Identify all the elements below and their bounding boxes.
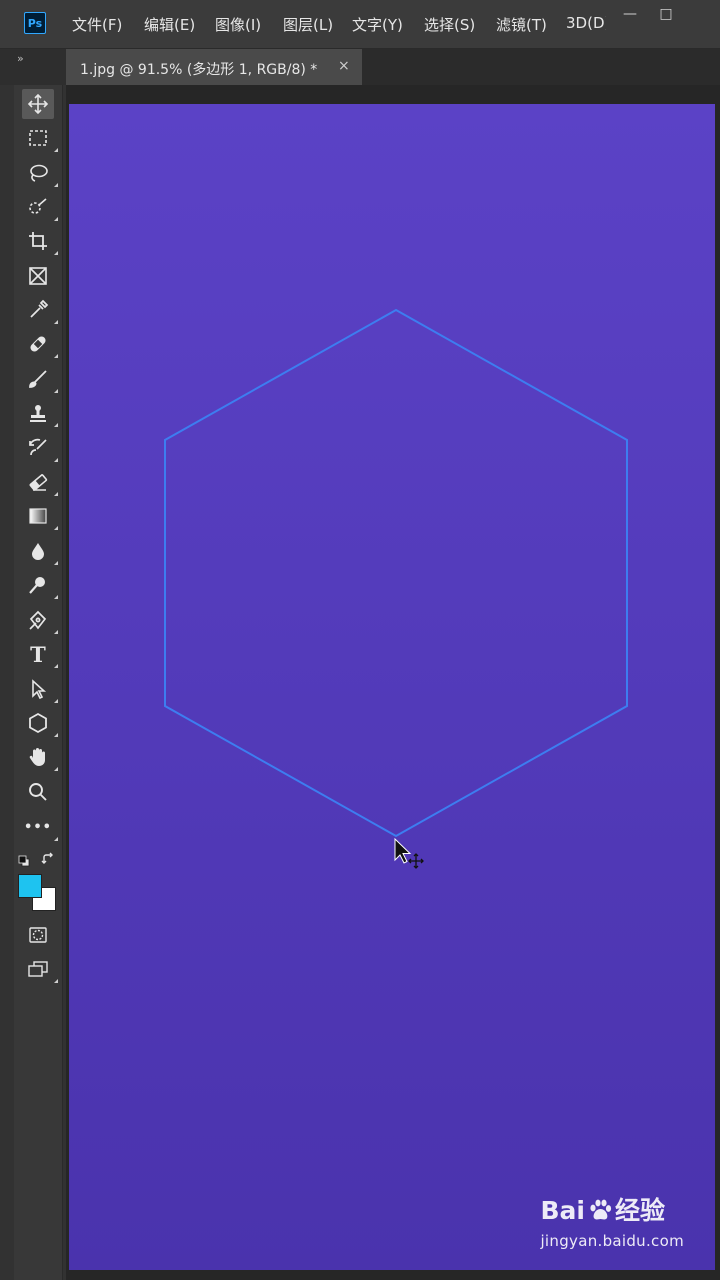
history-brush-tool[interactable] xyxy=(22,433,58,463)
menu-bar: Ps 文件(F) 编辑(E) 图像(I) 图层(L) 文字(Y) 选择(S) 滤… xyxy=(0,0,720,49)
quick-mask-button[interactable] xyxy=(22,920,54,950)
pen-icon xyxy=(29,610,47,630)
hexagon-icon xyxy=(29,712,47,734)
ellipsis-icon: ••• xyxy=(24,819,52,835)
menu-type[interactable]: 文字(Y) xyxy=(352,14,403,35)
brush-tool[interactable] xyxy=(22,364,58,394)
eyedropper-tool[interactable] xyxy=(22,295,58,325)
move-tool[interactable] xyxy=(22,89,54,119)
paw-icon xyxy=(590,1199,612,1220)
menu-file[interactable]: 文件(F) xyxy=(72,14,122,35)
menu-select[interactable]: 选择(S) xyxy=(424,14,475,35)
menu-image[interactable]: 图像(I) xyxy=(215,14,261,35)
eraser-icon xyxy=(29,474,48,491)
photoshop-window: Ps 文件(F) 编辑(E) 图像(I) 图层(L) 文字(Y) 选择(S) 滤… xyxy=(0,0,720,1280)
canvas-area xyxy=(66,85,720,1280)
frame-tool[interactable] xyxy=(22,261,54,291)
hand-tool[interactable] xyxy=(22,742,58,772)
blur-drop-icon xyxy=(32,543,44,560)
dodge-icon xyxy=(29,577,45,594)
type-icon: T xyxy=(30,641,46,667)
blur-tool[interactable] xyxy=(22,536,58,566)
close-icon[interactable]: × xyxy=(338,58,350,74)
gradient-icon xyxy=(29,508,47,524)
quick-selection-icon xyxy=(29,198,47,214)
eyedropper-icon xyxy=(30,299,49,318)
document-tab-bar: 1.jpg @ 91.5% (多边形 1, RGB/8) * × xyxy=(66,49,720,86)
restore-button[interactable]: □ xyxy=(650,6,682,22)
hand-icon xyxy=(29,748,45,766)
minimize-button[interactable]: — xyxy=(614,6,646,22)
polygon-tool[interactable] xyxy=(22,708,58,738)
clone-stamp-tool[interactable] xyxy=(22,398,58,428)
path-selection-tool[interactable] xyxy=(22,674,58,704)
stamp-icon xyxy=(30,405,46,422)
type-tool[interactable]: T xyxy=(22,639,58,669)
spot-healing-tool[interactable] xyxy=(22,329,58,359)
menu-edit[interactable]: 编辑(E) xyxy=(144,14,195,35)
gradient-tool[interactable] xyxy=(22,501,58,531)
photoshop-logo[interactable]: Ps xyxy=(24,12,46,34)
collapse-panel-icon[interactable]: » xyxy=(17,52,24,65)
history-brush-icon xyxy=(29,438,47,456)
polygon-path-outline[interactable] xyxy=(69,104,715,1270)
arrow-icon xyxy=(32,679,47,700)
screen-mode-icon xyxy=(28,961,48,977)
document-canvas[interactable] xyxy=(69,104,715,1270)
lasso-tool[interactable] xyxy=(22,158,58,188)
eraser-tool[interactable] xyxy=(22,467,58,497)
screen-mode-button[interactable] xyxy=(22,954,58,984)
toolbar-header: » xyxy=(0,49,66,85)
menu-layer[interactable]: 图层(L) xyxy=(283,14,333,35)
watermark-brand-left: Bai xyxy=(540,1196,585,1225)
tools-panel: T ••• xyxy=(14,85,63,1280)
menu-3d[interactable]: 3D(D) xyxy=(566,14,606,32)
magnifier-icon xyxy=(29,783,47,801)
zoom-tool[interactable] xyxy=(22,777,54,807)
frame-icon xyxy=(29,267,47,285)
rectangular-marquee-tool[interactable] xyxy=(22,123,58,153)
document-tab-title: 1.jpg @ 91.5% (多边形 1, RGB/8) * xyxy=(80,62,318,78)
pen-tool[interactable] xyxy=(22,605,58,635)
brush-icon xyxy=(29,370,47,388)
lasso-icon xyxy=(30,164,48,182)
move-cursor-icon xyxy=(393,837,427,876)
marquee-icon xyxy=(29,130,47,146)
crop-tool[interactable] xyxy=(22,226,58,256)
move-icon xyxy=(27,93,49,115)
swap-colors-icon[interactable] xyxy=(41,851,55,865)
document-tab[interactable]: 1.jpg @ 91.5% (多边形 1, RGB/8) * × xyxy=(66,49,362,86)
bandage-icon xyxy=(30,336,46,352)
crop-icon xyxy=(29,232,47,250)
watermark-url: jingyan.baidu.com xyxy=(540,1232,684,1250)
dodge-tool[interactable] xyxy=(22,570,58,600)
quick-mask-icon xyxy=(29,927,47,943)
watermark-brand-right: 经验 xyxy=(614,1196,665,1225)
more-tools-button[interactable]: ••• xyxy=(22,812,58,842)
foreground-color-swatch[interactable] xyxy=(18,874,42,898)
default-colors-icon[interactable] xyxy=(18,852,30,867)
menu-filter[interactable]: 滤镜(T) xyxy=(496,14,547,35)
quick-selection-tool[interactable] xyxy=(22,192,58,222)
baidu-jingyan-watermark: Bai 经验 jingyan.baidu.com xyxy=(540,1196,684,1250)
